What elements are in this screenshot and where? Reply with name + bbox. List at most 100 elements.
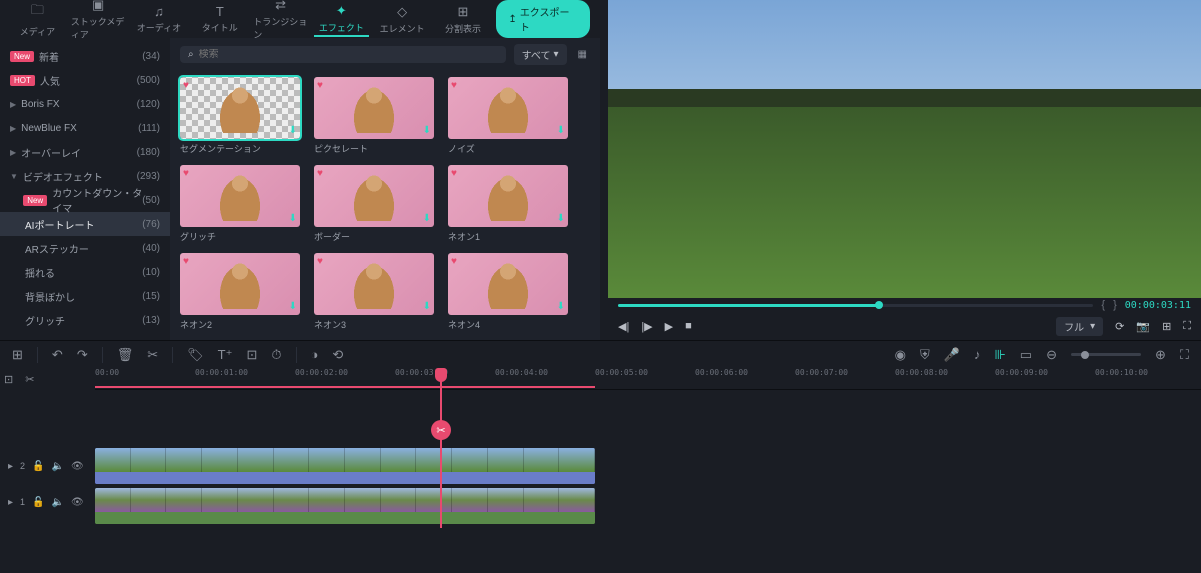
shield-icon[interactable]: ⛨ (920, 347, 930, 363)
tab-分割表示[interactable]: ⊞分割表示 (436, 1, 491, 37)
download-icon[interactable]: ⬇ (423, 213, 431, 224)
mute-icon[interactable]: 🔈 (52, 497, 64, 508)
prev-frame-button[interactable]: ◀| (618, 320, 629, 333)
music-icon[interactable]: ♪ (974, 347, 981, 362)
effect-thumb[interactable]: ♥⬇ (180, 253, 300, 315)
download-icon[interactable]: ⬇ (557, 213, 565, 224)
zoom-in-button[interactable]: ⊕ (1155, 347, 1166, 363)
effect-card-ネオン3[interactable]: ♥⬇ネオン3 (314, 253, 434, 331)
track-toggle-icon[interactable]: ▸ (8, 461, 13, 472)
effect-card-ピクセレート[interactable]: ♥⬇ピクセレート (314, 77, 434, 155)
heart-icon[interactable]: ♥ (183, 80, 189, 91)
frame-icon[interactable]: ▭ (1020, 347, 1032, 363)
mic-icon[interactable]: 🎤 (944, 347, 960, 363)
crop-icon[interactable]: ⊡ (246, 347, 257, 363)
heart-icon[interactable]: ♥ (451, 80, 457, 91)
tab-エフェクト[interactable]: ✦エフェクト (314, 1, 369, 37)
heart-icon[interactable]: ♥ (183, 168, 189, 179)
preview-quality-dropdown[interactable]: フル ▾ (1056, 317, 1103, 336)
sidebar-item-グリッチ[interactable]: グリッチ(13) (0, 308, 170, 332)
effect-card-ネオン2[interactable]: ♥⬇ネオン2 (180, 253, 300, 331)
sidebar-item-揺れる[interactable]: 揺れる(10) (0, 260, 170, 284)
fullscreen-icon[interactable]: ⛶ (1183, 320, 1191, 333)
sidebar-item-Boris FX[interactable]: ▶Boris FX(120) (0, 92, 170, 116)
effect-thumb[interactable]: ♥⬇ (448, 253, 568, 315)
download-icon[interactable]: ⬇ (289, 213, 297, 224)
preview-progress[interactable] (618, 304, 1093, 307)
tab-オーディオ[interactable]: ♫オーディオ (132, 1, 187, 37)
search-input[interactable] (199, 49, 498, 60)
text-tool-icon[interactable]: T⁺ (218, 347, 233, 363)
effect-thumb[interactable]: ♥⬇ (180, 77, 300, 139)
tag-icon[interactable]: 🏷 (187, 347, 204, 363)
tab-メディア[interactable]: 🗀メディア (10, 1, 65, 37)
effect-card-ボーダー[interactable]: ♥⬇ボーダー (314, 165, 434, 243)
sidebar-item-新着[interactable]: New新着(34) (0, 44, 170, 68)
download-icon[interactable]: ⬇ (423, 125, 431, 136)
magnet-icon[interactable]: ⊪ (994, 347, 1005, 363)
lock-icon[interactable]: 🔓 (32, 497, 44, 508)
tab-トランジション[interactable]: ⇄トランジション (253, 1, 308, 37)
delete-button[interactable]: 🗑 (117, 347, 134, 363)
effect-card-ノイズ[interactable]: ♥⬇ノイズ (448, 77, 568, 155)
heart-icon[interactable]: ♥ (317, 168, 323, 179)
lock-icon[interactable]: 🔓 (32, 461, 44, 472)
preview-video[interactable] (608, 0, 1201, 298)
mark-out-button[interactable]: } (1113, 299, 1117, 311)
tab-タイトル[interactable]: Tタイトル (192, 1, 247, 37)
heart-icon[interactable]: ♥ (317, 256, 323, 267)
sidebar-item-ARステッカー[interactable]: ARステッカー(40) (0, 236, 170, 260)
track-toggle-icon[interactable]: ▸ (8, 497, 13, 508)
undo-button[interactable]: ↶ (52, 347, 63, 363)
split-button[interactable]: ✂ (147, 347, 158, 363)
sidebar-item-AIポートレート[interactable]: AIポートレート(76) (0, 212, 170, 236)
sidebar-item-人気[interactable]: HOT人気(500) (0, 68, 170, 92)
color-icon[interactable]: ◑ (311, 347, 319, 362)
stop-button[interactable]: ■ (685, 320, 692, 332)
zoom-out-button[interactable]: ⊖ (1046, 347, 1057, 363)
effect-thumb[interactable]: ♥⬇ (448, 77, 568, 139)
search-box[interactable]: ⌕ (180, 46, 506, 63)
export-button[interactable]: ↥エクスポート (496, 0, 590, 38)
settings-icon[interactable]: ⊞ (1162, 320, 1171, 333)
download-icon[interactable]: ⬇ (289, 301, 297, 312)
sidebar-item-オーバーレイ[interactable]: ▶オーバーレイ(180) (0, 140, 170, 164)
play-backward-button[interactable]: |▶ (641, 320, 652, 333)
sidebar-item-カウントダウン・タイマ[interactable]: Newカウントダウン・タイマ(50) (0, 188, 170, 212)
zoom-slider[interactable] (1071, 353, 1141, 356)
redo-button[interactable]: ↷ (77, 347, 88, 363)
effect-thumb[interactable]: ♥⬇ (314, 77, 434, 139)
heart-icon[interactable]: ♥ (451, 256, 457, 267)
refresh-icon[interactable]: ⟳ (1115, 320, 1124, 333)
effect-thumb[interactable]: ♥⬇ (448, 165, 568, 227)
play-button[interactable]: ▶ (665, 320, 673, 333)
playhead[interactable]: ✂ (440, 368, 442, 528)
effect-thumb[interactable]: ♥⬇ (180, 165, 300, 227)
tab-エレメント[interactable]: ◇エレメント (375, 1, 430, 37)
heart-icon[interactable]: ♥ (317, 80, 323, 91)
visibility-icon[interactable]: 👁 (71, 461, 84, 472)
rotate-icon[interactable]: ⟲ (332, 347, 343, 363)
timeline-scissors-icon[interactable]: ✂ (25, 373, 34, 386)
snapshot-icon[interactable]: 📷 (1136, 320, 1150, 333)
video-clip-1[interactable]: ▶女性 (95, 448, 595, 484)
timeline-ruler[interactable]: 00:0000:00:01:0000:00:02:0000:00:03:0000… (95, 368, 1201, 390)
download-icon[interactable]: ⬇ (289, 125, 297, 136)
effect-thumb[interactable]: ♥⬇ (314, 165, 434, 227)
video-clip-2[interactable]: ▶バックグラウンド (95, 488, 595, 524)
effect-card-ネオン1[interactable]: ♥⬇ネオン1 (448, 165, 568, 243)
effect-card-グリッチ[interactable]: ♥⬇グリッチ (180, 165, 300, 243)
view-grid-button[interactable]: ▦ (575, 46, 590, 63)
layout-icon[interactable]: ⊞ (12, 347, 23, 363)
download-icon[interactable]: ⬇ (423, 301, 431, 312)
zoom-fit-button[interactable]: ⛶ (1180, 347, 1189, 363)
speed-icon[interactable]: ⏱ (271, 347, 281, 363)
tab-ストックメディア[interactable]: ▣ストックメディア (71, 1, 126, 37)
mute-icon[interactable]: 🔈 (52, 461, 64, 472)
effect-card-ネオン4[interactable]: ♥⬇ネオン4 (448, 253, 568, 331)
effect-card-セグメンテーション[interactable]: ♥⬇セグメンテーション (180, 77, 300, 155)
heart-icon[interactable]: ♥ (183, 256, 189, 267)
marker-icon[interactable]: ◉ (895, 347, 906, 363)
sort-dropdown[interactable]: すべて ▾ (514, 44, 567, 65)
heart-icon[interactable]: ♥ (451, 168, 457, 179)
